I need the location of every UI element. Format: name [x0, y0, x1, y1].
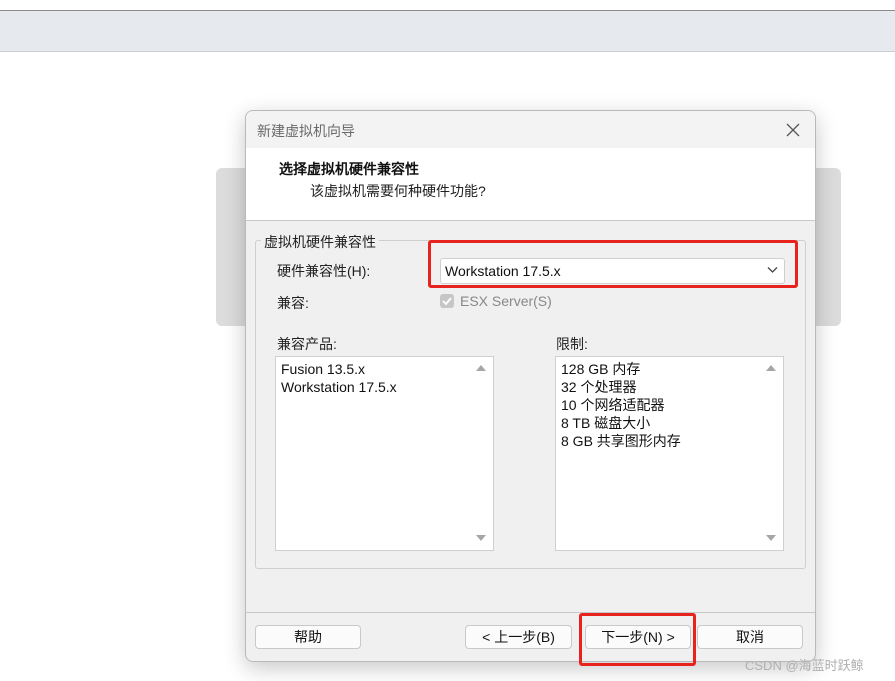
- dialog-titlebar: 新建虚拟机向导: [246, 111, 815, 148]
- group-legend: 虚拟机硬件兼容性: [261, 232, 379, 252]
- back-button[interactable]: < 上一步(B): [465, 625, 572, 649]
- close-button[interactable]: [779, 118, 807, 142]
- checkmark-icon: [442, 297, 452, 306]
- esx-label: ESX Server(S): [460, 293, 552, 309]
- scroll-up-arrow-icon[interactable]: [476, 365, 486, 371]
- header-title: 选择虚拟机硬件兼容性: [279, 161, 419, 177]
- highlight-box-hw-compat: [428, 240, 798, 288]
- hw-compat-label: 硬件兼容性(H):: [277, 263, 371, 279]
- esx-checkbox[interactable]: [440, 294, 454, 308]
- list-item: 8 TB 磁盘大小: [561, 415, 651, 431]
- dialog-title: 新建虚拟机向导: [257, 123, 355, 139]
- list-item: 8 GB 共享图形内存: [561, 433, 681, 449]
- list-item: Workstation 17.5.x: [281, 379, 397, 395]
- list-item: Fusion 13.5.x: [281, 361, 366, 377]
- products-label: 兼容产品:: [277, 336, 337, 352]
- footer-separator: [246, 612, 815, 613]
- products-listbox[interactable]: Fusion 13.5.x Workstation 17.5.x: [275, 356, 494, 551]
- header-subtitle: 该虚拟机需要何种硬件功能?: [310, 183, 486, 199]
- cancel-button[interactable]: 取消: [697, 625, 803, 649]
- limits-listbox[interactable]: 128 GB 内存 32 个处理器 10 个网络适配器 8 TB 磁盘大小 8 …: [555, 356, 784, 551]
- new-vm-wizard-dialog: 新建虚拟机向导 选择虚拟机硬件兼容性 该虚拟机需要何种硬件功能? 虚拟机硬件兼容…: [245, 110, 816, 662]
- scroll-up-arrow-icon[interactable]: [766, 365, 776, 371]
- list-item: 128 GB 内存: [561, 361, 641, 377]
- list-item: 32 个处理器: [561, 379, 637, 395]
- top-window-edge: [0, 0, 895, 11]
- limits-label: 限制:: [556, 336, 588, 352]
- scroll-down-arrow-icon[interactable]: [476, 535, 486, 541]
- watermark: CSDN @海蓝时跃鲸: [745, 658, 864, 673]
- close-icon: [786, 123, 800, 137]
- help-button[interactable]: 帮助: [255, 625, 361, 649]
- highlight-box-next-button: [579, 613, 696, 666]
- list-item: 10 个网络适配器: [561, 397, 665, 413]
- compat-label: 兼容:: [277, 295, 309, 311]
- products-list: Fusion 13.5.x Workstation 17.5.x: [281, 360, 397, 396]
- scroll-down-arrow-icon[interactable]: [766, 535, 776, 541]
- background-toolbar: [0, 11, 895, 52]
- limits-list: 128 GB 内存 32 个处理器 10 个网络适配器 8 TB 磁盘大小 8 …: [561, 360, 681, 450]
- wizard-header: 选择虚拟机硬件兼容性 该虚拟机需要何种硬件功能?: [246, 148, 815, 221]
